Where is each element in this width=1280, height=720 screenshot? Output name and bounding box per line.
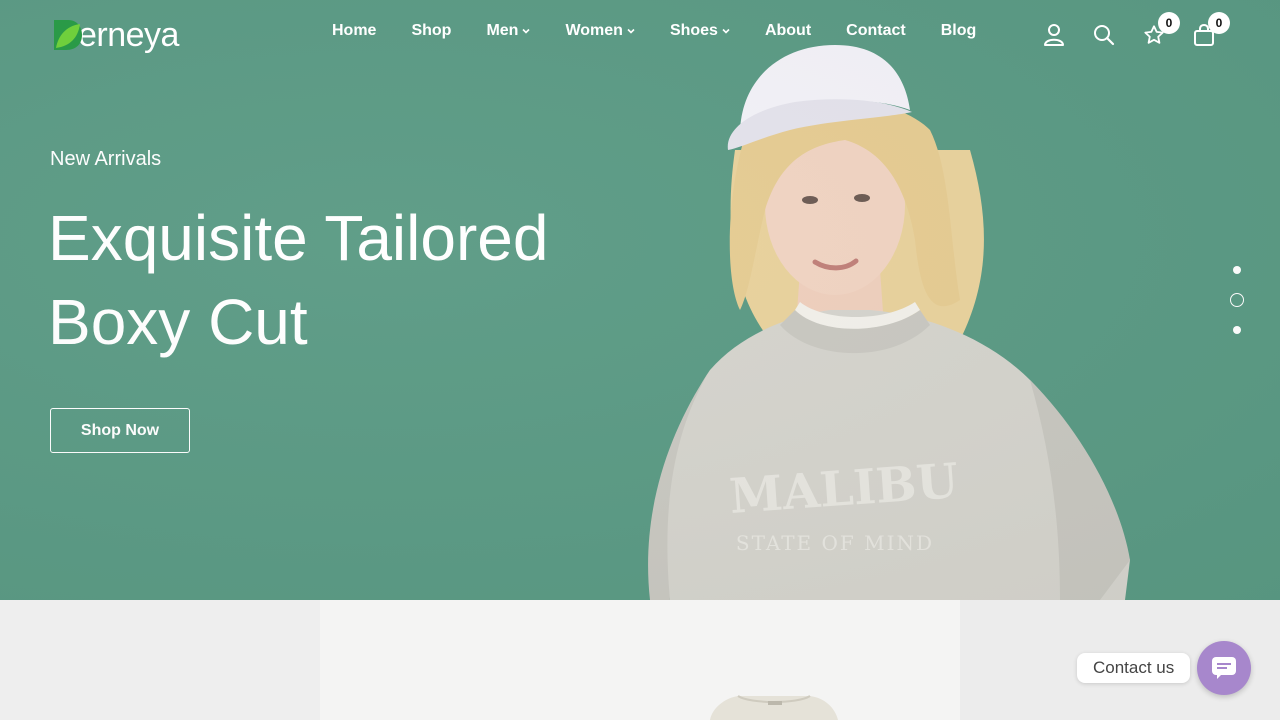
nav-item-home[interactable]: Home: [332, 22, 376, 40]
account-button[interactable]: [1040, 20, 1068, 50]
nav-label: Blog: [940, 22, 977, 39]
slider-dot-1[interactable]: [1233, 266, 1241, 274]
slider-dot-3[interactable]: [1233, 326, 1241, 334]
nav-item-about[interactable]: About: [765, 22, 811, 40]
nav-item-men[interactable]: Men: [486, 22, 531, 40]
nav-label: Shop: [411, 22, 452, 39]
nav-item-contact[interactable]: Contact: [846, 22, 906, 40]
search-button[interactable]: [1090, 20, 1118, 50]
main-nav: Home Shop Men Women Shoes About Contact …: [332, 22, 1011, 40]
nav-item-shoes[interactable]: Shoes: [670, 22, 730, 40]
hero-model-image: MALIBU STATE OF MIND: [648, 45, 1130, 600]
brand-logo[interactable]: erneya: [52, 16, 179, 54]
sweatshirt-print-sub: STATE OF MIND: [736, 531, 934, 555]
contact-us-label[interactable]: Contact us: [1077, 653, 1191, 683]
search-icon: [1094, 25, 1115, 46]
hero-headline-line1: Exquisite Tailored: [48, 202, 549, 274]
hero-headline: Exquisite Tailored Boxy Cut: [48, 196, 608, 364]
nav-label: Home: [332, 22, 377, 39]
slider-dots: [1229, 262, 1245, 338]
site-header: erneya Home Shop Men Women Shoes About C…: [0, 0, 1280, 70]
nav-label: Shoes: [669, 22, 718, 39]
nav-label: Men: [486, 22, 519, 39]
wishlist-count-badge: 0: [1158, 12, 1180, 34]
lower-banner-left: [0, 600, 320, 720]
product-sweatshirt-image: [710, 695, 838, 720]
nav-label: About: [764, 22, 812, 39]
hero-eyebrow: New Arrivals: [50, 148, 162, 170]
nav-item-women[interactable]: Women: [565, 22, 635, 40]
chevron-down-icon: [522, 28, 531, 34]
nav-label: Contact: [846, 22, 906, 39]
wishlist-button[interactable]: 0: [1140, 12, 1180, 50]
nav-label: Women: [565, 22, 623, 39]
slider-dot-2[interactable]: [1230, 293, 1244, 307]
logo-leaf-icon: [54, 20, 82, 50]
chat-icon: [1212, 657, 1236, 679]
nav-item-blog[interactable]: Blog: [941, 22, 977, 40]
brand-name: erneya: [78, 16, 179, 54]
product-promo-card[interactable]: [320, 600, 960, 720]
contact-us-button[interactable]: [1197, 641, 1251, 695]
chevron-down-icon: [722, 28, 730, 34]
cart-button[interactable]: 0: [1190, 12, 1230, 50]
shop-now-button[interactable]: Shop Now: [50, 408, 190, 453]
hero-banner: MALIBU STATE OF MIND New Arrivals Exquis…: [0, 0, 1280, 600]
user-icon: [1044, 24, 1064, 46]
nav-item-shop[interactable]: Shop: [411, 22, 451, 40]
hero-headline-line2: Boxy Cut: [48, 286, 308, 358]
header-actions: 0 0: [1040, 12, 1240, 50]
cart-count-badge: 0: [1208, 12, 1230, 34]
chevron-down-icon: [627, 28, 635, 34]
